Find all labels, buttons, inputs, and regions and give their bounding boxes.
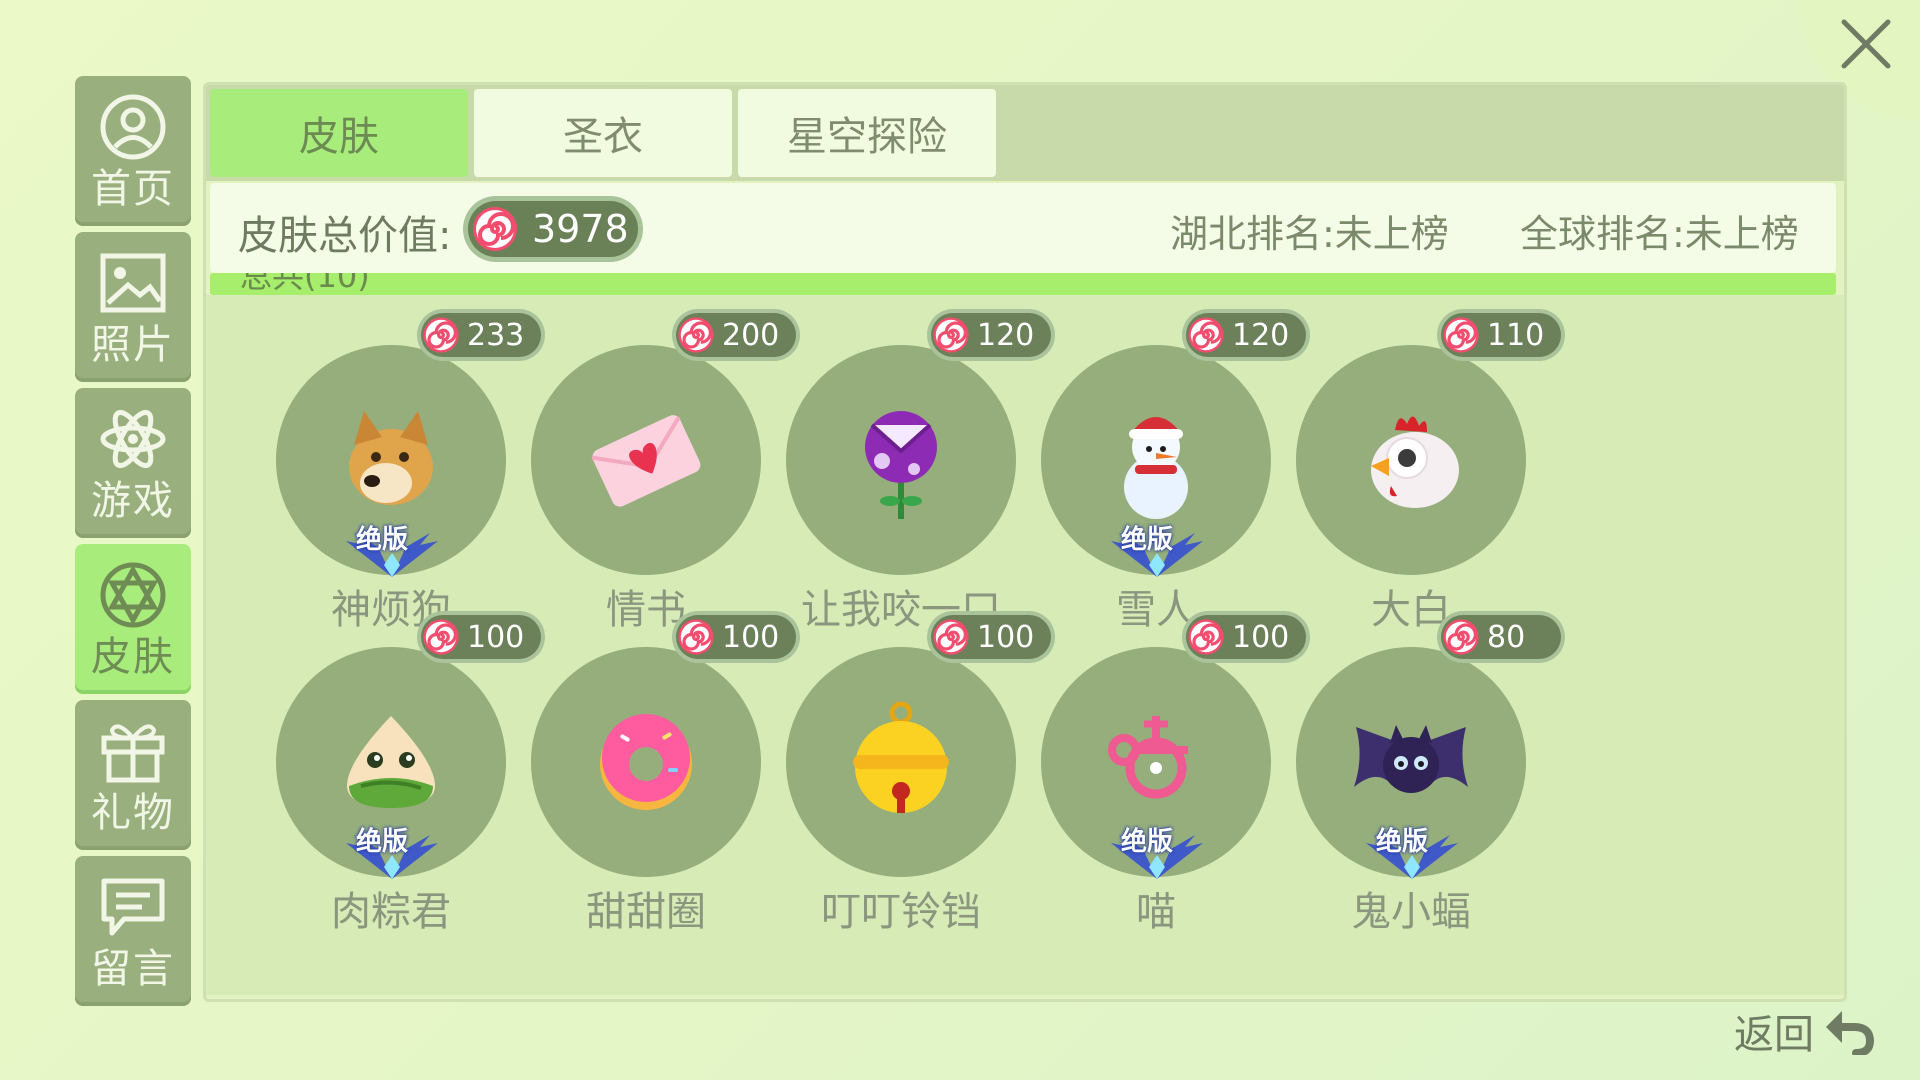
candy-icon bbox=[933, 619, 969, 655]
total-value: 3978 bbox=[532, 207, 629, 251]
candy-icon bbox=[1443, 317, 1479, 353]
skin-price-pill: 110 bbox=[1441, 313, 1561, 357]
candy-icon bbox=[1443, 619, 1479, 655]
sidebar: 首页 照片 游戏 皮肤 礼物 留言 bbox=[75, 76, 191, 1012]
limited-edition-label: 绝版 bbox=[356, 525, 409, 555]
limited-edition-label: 绝版 bbox=[1376, 827, 1429, 857]
skin-icon bbox=[98, 557, 168, 633]
limited-edition-badge: 绝版 bbox=[1107, 525, 1207, 583]
skin-summary: 皮肤总价值: 3978 湖北排名:未上榜 全球排名:未上榜 bbox=[210, 183, 1836, 273]
back-label: 返回 bbox=[1734, 1012, 1814, 1058]
sidebar-item-label: 游戏 bbox=[91, 478, 175, 524]
candy-icon bbox=[933, 317, 969, 353]
back-button[interactable]: 返回 bbox=[1734, 1002, 1874, 1060]
tab-skins[interactable]: 皮肤 bbox=[210, 89, 468, 177]
limited-edition-label: 绝版 bbox=[1121, 827, 1174, 857]
skin-grid: 233 绝版 神烦狗 200 情书 120 让我咬一口 120 绝版 雪人 11… bbox=[206, 295, 1844, 995]
total-value-pill: 3978 bbox=[468, 201, 638, 257]
home-icon bbox=[98, 89, 168, 165]
limited-edition-badge: 绝版 bbox=[342, 827, 442, 885]
global-rank: 全球排名:未上榜 bbox=[1520, 212, 1799, 256]
list-count-label: 总共(10) bbox=[240, 273, 370, 295]
bell-icon bbox=[786, 647, 1016, 877]
gift-icon bbox=[98, 713, 168, 789]
sidebar-item-gifts[interactable]: 礼物 bbox=[75, 700, 191, 850]
candy-icon bbox=[1188, 317, 1224, 353]
sidebar-item-label: 皮肤 bbox=[91, 634, 175, 680]
tab-star-adventure[interactable]: 星空探险 bbox=[738, 89, 996, 177]
sidebar-item-home[interactable]: 首页 bbox=[75, 76, 191, 226]
skins-panel: 皮肤 圣衣 星空探险 皮肤总价值: 3978 湖北排名:未上榜 全球排名:未上榜… bbox=[203, 82, 1847, 1002]
sidebar-item-skins[interactable]: 皮肤 bbox=[75, 544, 191, 694]
sidebar-item-photos[interactable]: 照片 bbox=[75, 232, 191, 382]
candy-icon bbox=[423, 317, 459, 353]
love-letter-icon bbox=[531, 345, 761, 575]
donut-icon bbox=[531, 647, 761, 877]
limited-edition-label: 绝版 bbox=[1121, 525, 1174, 555]
candy-icon bbox=[678, 317, 714, 353]
limited-edition-label: 绝版 bbox=[356, 827, 409, 857]
skin-price: 110 bbox=[1487, 317, 1545, 353]
skin-price: 80 bbox=[1487, 619, 1526, 655]
atom-icon bbox=[98, 401, 168, 477]
chicken-icon bbox=[1296, 345, 1526, 575]
list-header-strip: 总共(10) bbox=[210, 273, 1836, 295]
candy-icon bbox=[423, 619, 459, 655]
skin-name: 鬼小蝠 bbox=[1351, 889, 1471, 935]
skin-item[interactable]: 110 大白 bbox=[1246, 299, 1561, 633]
candy-icon bbox=[678, 619, 714, 655]
skin-price-pill: 80 bbox=[1441, 615, 1561, 659]
hubei-rank: 湖北排名:未上榜 bbox=[1170, 212, 1449, 256]
photo-icon bbox=[98, 245, 168, 321]
tab-holy-cloth[interactable]: 圣衣 bbox=[474, 89, 732, 177]
candy-icon bbox=[1188, 619, 1224, 655]
sidebar-item-messages[interactable]: 留言 bbox=[75, 856, 191, 1006]
sidebar-item-label: 首页 bbox=[91, 166, 175, 212]
close-icon bbox=[1841, 19, 1891, 69]
sidebar-item-label: 留言 bbox=[91, 946, 175, 992]
tab-bar: 皮肤 圣衣 星空探险 bbox=[206, 85, 1844, 181]
piranha-plant-icon bbox=[786, 345, 1016, 575]
total-value-label: 皮肤总价值: bbox=[238, 213, 452, 259]
limited-edition-badge: 绝版 bbox=[1362, 827, 1462, 885]
limited-edition-badge: 绝版 bbox=[342, 525, 442, 583]
candy-icon bbox=[473, 207, 517, 251]
limited-edition-badge: 绝版 bbox=[1107, 827, 1207, 885]
message-icon bbox=[98, 869, 168, 945]
sidebar-item-games[interactable]: 游戏 bbox=[75, 388, 191, 538]
sidebar-item-label: 照片 bbox=[91, 322, 175, 368]
skin-item[interactable]: 80 绝版 鬼小蝠 bbox=[1246, 601, 1561, 935]
sidebar-item-label: 礼物 bbox=[91, 790, 175, 836]
back-arrow-icon bbox=[1826, 1011, 1874, 1055]
